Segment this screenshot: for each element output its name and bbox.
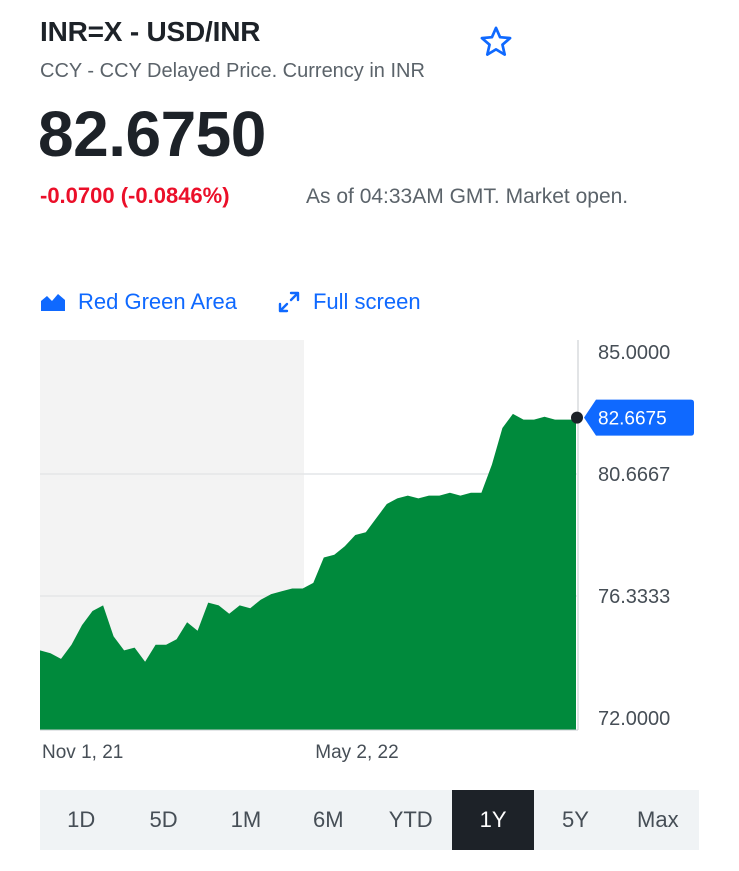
range-max[interactable]: Max	[617, 790, 699, 850]
fullscreen-button[interactable]: Full screen	[277, 289, 421, 315]
price-chart-svg: 85.0000 80.6667 76.3333 72.0000 Nov 1, 21 Ma…	[40, 340, 694, 763]
y-tick-label: 76.3333	[598, 586, 670, 608]
last-price-marker	[571, 411, 583, 424]
range-ytd[interactable]: YTD	[370, 790, 452, 850]
range-1y[interactable]: 1Y	[451, 790, 535, 850]
star-icon[interactable]	[478, 24, 514, 60]
price-chart[interactable]: 85.0000 80.6667 76.3333 72.0000 Nov 1, 21 Ma…	[0, 330, 739, 770]
x-tick-label: Nov 1, 21	[42, 742, 123, 763]
range-6m[interactable]: 6M	[287, 790, 369, 850]
range-1m[interactable]: 1M	[205, 790, 287, 850]
quote-subtitle: CCY - CCY Delayed Price. Currency in INR	[40, 60, 425, 82]
chart-type-label: Red Green Area	[78, 289, 237, 314]
price-change: -0.0700 (-0.0846%)	[40, 183, 230, 208]
range-1d[interactable]: 1D	[40, 790, 122, 850]
area-chart-icon	[41, 294, 65, 311]
x-tick-label: May 2, 22	[315, 742, 398, 763]
page-title: INR=X - USD/INR	[40, 16, 261, 47]
y-tick-label: 80.6667	[598, 464, 670, 486]
market-status: As of 04:33AM GMT. Market open.	[306, 185, 629, 208]
range-5d[interactable]: 5D	[122, 790, 204, 850]
range-5y[interactable]: 5Y	[534, 790, 616, 850]
current-price: 82.6750	[38, 98, 266, 170]
y-tick-label: 85.0000	[598, 342, 670, 364]
chart-toolbar: Red Green Area Full screen	[40, 286, 421, 318]
range-selector: 1D 5D 1M 6M YTD 1Y 5Y Max	[40, 790, 699, 850]
current-price-tag-text: 82.6675	[598, 409, 667, 430]
expand-icon	[278, 291, 300, 313]
current-price-tag: 82.6675	[584, 399, 694, 436]
chart-type-button[interactable]: Red Green Area	[40, 289, 237, 315]
fullscreen-label: Full screen	[312, 289, 421, 314]
y-tick-label: 72.0000	[598, 708, 670, 730]
